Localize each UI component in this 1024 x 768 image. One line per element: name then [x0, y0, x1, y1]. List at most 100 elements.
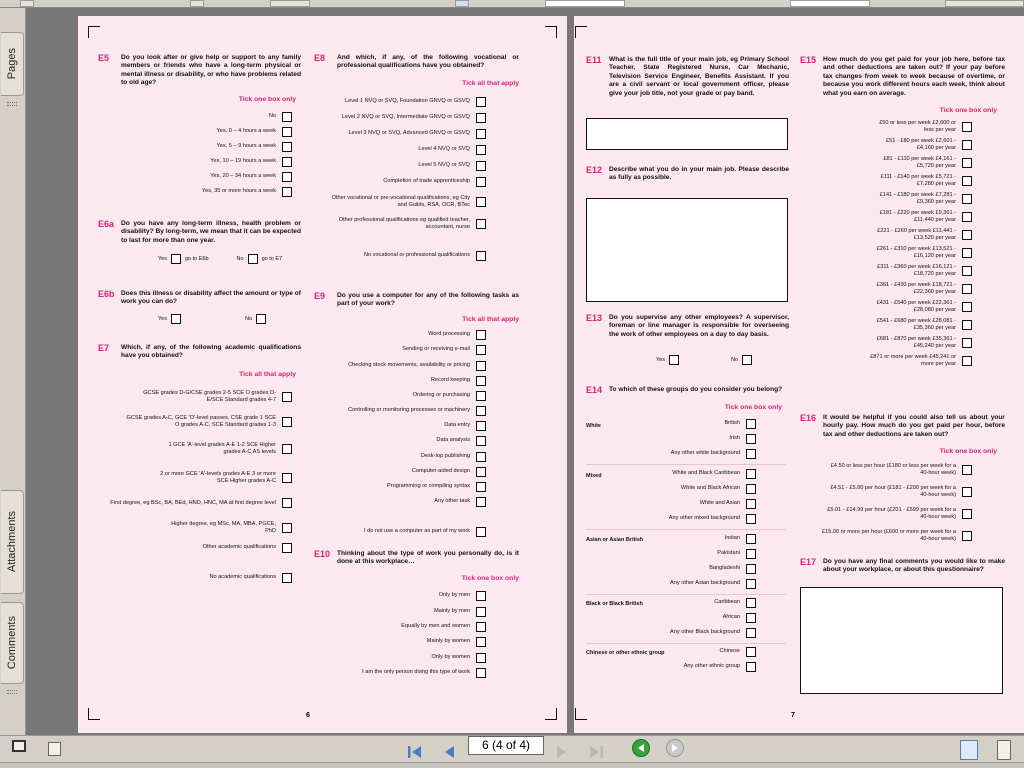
- checkbox[interactable]: [476, 636, 486, 647]
- checkbox[interactable]: [746, 513, 756, 524]
- option[interactable]: Yes, 5 – 9 hours a week: [98, 139, 292, 154]
- option[interactable]: Mainly by women: [314, 634, 486, 649]
- checkbox[interactable]: [476, 606, 486, 617]
- option[interactable]: £261 - £310 per week £13,521 - £16,120 p…: [800, 244, 972, 262]
- option[interactable]: Only by men: [314, 588, 486, 603]
- checkbox[interactable]: [282, 523, 292, 533]
- go-forward-button[interactable]: [666, 739, 684, 757]
- no-checkbox[interactable]: [247, 254, 258, 264]
- checkbox[interactable]: [746, 418, 756, 429]
- toolbar-button[interactable]: [20, 0, 34, 7]
- checkbox[interactable]: [282, 186, 292, 197]
- checkbox[interactable]: [746, 483, 756, 494]
- option[interactable]: £361 - £430 per week £18,721 - £22,360 p…: [800, 280, 972, 298]
- option[interactable]: British: [586, 416, 756, 431]
- job-title-input[interactable]: [586, 118, 788, 150]
- yes-checkbox[interactable]: [170, 254, 181, 264]
- option[interactable]: £431 - £540 per week £22,361 - £28,080 p…: [800, 298, 972, 316]
- tab-attachments[interactable]: Attachments: [1, 490, 24, 594]
- option[interactable]: Data entry: [314, 418, 486, 433]
- option[interactable]: Irish: [586, 431, 756, 446]
- checkbox[interactable]: [282, 473, 292, 483]
- option[interactable]: £181 - £220 per week £9,361 - £11,440 pe…: [800, 208, 972, 226]
- option[interactable]: £15.00 or more per hour (£600 or more pe…: [800, 526, 972, 546]
- option[interactable]: Computer-aided design: [314, 464, 486, 479]
- page-number-input[interactable]: 6 (4 of 4): [468, 736, 544, 755]
- yes-checkbox[interactable]: [170, 314, 181, 324]
- panel-grip[interactable]: [7, 102, 17, 106]
- option[interactable]: Any other ethnic group: [586, 659, 756, 674]
- option[interactable]: Completion of trade apprenticeship: [314, 174, 486, 189]
- checkbox[interactable]: [476, 420, 486, 431]
- previous-page-button[interactable]: [441, 744, 457, 760]
- checkbox[interactable]: [746, 548, 756, 559]
- option[interactable]: Ordering or purchasing: [314, 388, 486, 403]
- option[interactable]: No academic qualifications: [98, 570, 292, 585]
- checkbox[interactable]: [476, 375, 486, 386]
- option[interactable]: Other professional qualifications eg qua…: [314, 214, 486, 234]
- checkbox[interactable]: [282, 417, 292, 427]
- option[interactable]: Equally by men and women: [314, 619, 486, 634]
- option[interactable]: Any other task: [314, 494, 486, 509]
- checkbox[interactable]: [962, 122, 972, 132]
- checkbox[interactable]: [962, 248, 972, 258]
- checkbox[interactable]: [962, 212, 972, 222]
- option[interactable]: Word processing: [314, 327, 486, 342]
- checkbox[interactable]: [476, 144, 486, 155]
- checkbox[interactable]: [746, 468, 756, 479]
- option[interactable]: Sending or receiving e-mail: [314, 342, 486, 357]
- checkbox[interactable]: [282, 126, 292, 137]
- checkbox[interactable]: [746, 433, 756, 444]
- last-page-button[interactable]: [588, 744, 604, 760]
- checkbox[interactable]: [476, 481, 486, 492]
- single-page-view-icon[interactable]: [960, 740, 978, 760]
- checkbox[interactable]: [746, 533, 756, 544]
- option[interactable]: Higher degree, eg MSc, MA, MBA, PGCE, Ph…: [98, 518, 292, 538]
- yes-checkbox[interactable]: [668, 355, 679, 365]
- document-canvas[interactable]: 6 E5 Do you look after or give help or s…: [26, 8, 1024, 735]
- checkbox[interactable]: [282, 498, 292, 508]
- option[interactable]: Yes, 10 – 19 hours a week: [98, 154, 292, 169]
- checkbox[interactable]: [962, 230, 972, 240]
- checkbox[interactable]: [476, 250, 486, 261]
- option[interactable]: 2 or more GCE 'A'-levels grades A-E 3 or…: [98, 468, 292, 488]
- toolbar-field[interactable]: [545, 0, 625, 7]
- checkbox[interactable]: [746, 627, 756, 638]
- checkbox[interactable]: [962, 465, 972, 475]
- comments-input[interactable]: [800, 587, 1003, 694]
- checkbox[interactable]: [746, 578, 756, 589]
- job-description-input[interactable]: [586, 198, 788, 302]
- checkbox[interactable]: [962, 194, 972, 204]
- checkbox[interactable]: [282, 156, 292, 167]
- checkbox[interactable]: [962, 338, 972, 348]
- option[interactable]: Other academic qualifications: [98, 540, 292, 555]
- option[interactable]: £50 or less per week £2,600 or less per …: [800, 118, 972, 136]
- option[interactable]: African: [586, 610, 756, 625]
- tab-pages[interactable]: Pages: [1, 32, 24, 96]
- checkbox[interactable]: [282, 542, 292, 553]
- option[interactable]: £221 - £260 per week £11,441 - £13,520 p…: [800, 226, 972, 244]
- checkbox[interactable]: [962, 509, 972, 519]
- option[interactable]: Level 4 NVQ or SVQ: [314, 142, 486, 157]
- option[interactable]: First degree, eg BSc, BA, BEd, HND, HNC,…: [98, 493, 292, 513]
- no-checkbox[interactable]: [256, 314, 267, 324]
- option[interactable]: Programming or compiling syntax: [314, 479, 486, 494]
- zoom-select[interactable]: [270, 0, 310, 7]
- option[interactable]: Yes, 35 or more hours a week: [98, 184, 292, 199]
- option[interactable]: Checking stock movements, availability o…: [314, 358, 486, 373]
- checkbox[interactable]: [476, 360, 486, 371]
- option[interactable]: Level 1 NVQ or SVQ, Foundation GNVQ or G…: [314, 94, 486, 109]
- checkbox[interactable]: [476, 652, 486, 663]
- checkbox[interactable]: [476, 466, 486, 477]
- checkbox[interactable]: [746, 448, 756, 459]
- toolbar-button[interactable]: [190, 0, 204, 7]
- checkbox[interactable]: [282, 171, 292, 182]
- checkbox[interactable]: [962, 266, 972, 276]
- checkbox[interactable]: [476, 197, 486, 207]
- option[interactable]: Bangladeshi: [586, 561, 756, 576]
- option[interactable]: Any other mixed background: [586, 511, 756, 526]
- checkbox[interactable]: [282, 111, 292, 122]
- checkbox[interactable]: [962, 140, 972, 150]
- checkbox[interactable]: [476, 526, 486, 537]
- checkbox[interactable]: [746, 498, 756, 509]
